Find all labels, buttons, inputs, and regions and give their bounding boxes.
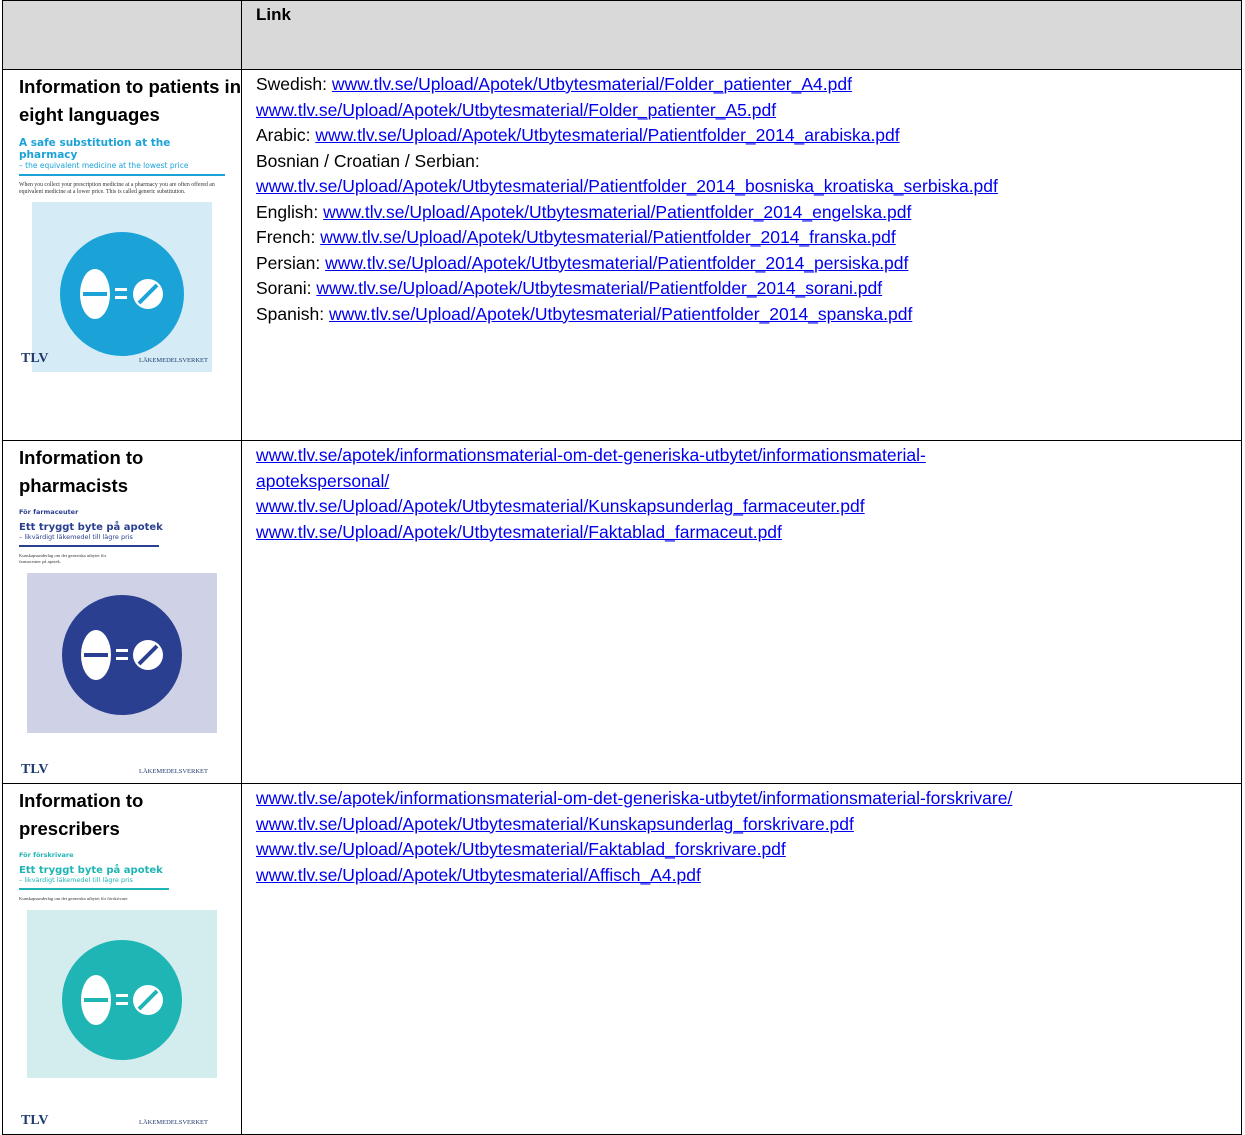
links-list: www.tlv.se/apotek/informationsmaterial-o… [242, 441, 1241, 545]
link-line: www.tlv.se/apotek/informationsmaterial-o… [256, 443, 1241, 469]
link-line: Bosnian / Croatian / Serbian: [256, 149, 1241, 175]
header-cell-link: Link [241, 0, 1242, 70]
language-prefix: Swedish: [256, 74, 332, 94]
row-label: Information to prescribers [19, 790, 144, 839]
language-prefix: Spanish: [256, 303, 329, 324]
thumb-kicker: För farmaceuter [19, 508, 79, 516]
link-line: www.tlv.se/Upload/Apotek/Utbytesmaterial… [256, 837, 1241, 863]
link-line: English: www.tlv.se/Upload/Apotek/Utbyte… [256, 200, 1241, 226]
language-prefix: Bosnian / Croatian / Serbian: [256, 150, 480, 171]
link-line: apotekspersonal/ [256, 469, 1241, 495]
links-list: www.tlv.se/apotek/informationsmaterial-o… [242, 784, 1241, 888]
links-cell: Swedish: www.tlv.se/Upload/Apotek/Utbyte… [241, 69, 1242, 441]
table-row: Information to prescribers För förskriva… [2, 783, 1242, 1135]
thumb-body: Kunskapsunderlag om det generiska utbyte… [19, 896, 129, 901]
pdf-link[interactable]: www.tlv.se/Upload/Apotek/Utbytesmaterial… [256, 496, 865, 516]
links-list: Swedish: www.tlv.se/Upload/Apotek/Utbyte… [242, 70, 1241, 327]
pdf-link[interactable]: www.tlv.se/Upload/Apotek/Utbytesmaterial… [256, 100, 776, 120]
label-cell: Information to patients in eight languag… [2, 69, 242, 441]
link-line: www.tlv.se/Upload/Apotek/Utbytesmaterial… [256, 812, 1241, 838]
thumb-kicker: För förskrivare [19, 851, 74, 859]
label-cell: Information to prescribers För förskriva… [2, 783, 242, 1135]
header-cell-empty [2, 0, 242, 70]
thumb-title: A safe substitution at the pharmacy [19, 137, 171, 161]
web-link[interactable]: apotekspersonal/ [256, 471, 389, 491]
pdf-link[interactable]: www.tlv.se/Upload/Apotek/Utbytesmaterial… [256, 814, 854, 834]
link-line: www.tlv.se/Upload/Apotek/Utbytesmaterial… [256, 494, 1241, 520]
tlv-logo: TLV [21, 1113, 49, 1128]
label-cell: Information to pharmacists För farmaceut… [2, 440, 242, 784]
pdf-link[interactable]: www.tlv.se/Upload/Apotek/Utbytesmaterial… [329, 304, 912, 324]
language-prefix: Arabic: [256, 125, 316, 145]
pdf-link[interactable]: www.tlv.se/Upload/Apotek/Utbytesmaterial… [332, 74, 852, 94]
pdf-link[interactable]: www.tlv.se/Upload/Apotek/Utbytesmaterial… [315, 125, 899, 145]
web-link[interactable]: www.tlv.se/apotek/informationsmaterial-o… [256, 788, 1012, 808]
language-prefix: Sorani: [256, 278, 317, 298]
pill-equals-icon [32, 202, 212, 372]
pdf-link[interactable]: www.tlv.se/Upload/Apotek/Utbytesmaterial… [256, 865, 701, 885]
thumb-rule [19, 545, 159, 547]
link-line: www.tlv.se/Upload/Apotek/Utbytesmaterial… [256, 174, 1241, 200]
link-line: Arabic: www.tlv.se/Upload/Apotek/Utbytes… [256, 123, 1241, 149]
pdf-link[interactable]: www.tlv.se/Upload/Apotek/Utbytesmaterial… [256, 522, 782, 542]
pdf-link[interactable]: www.tlv.se/Upload/Apotek/Utbytesmaterial… [256, 176, 998, 196]
table-row: Information to patients in eight languag… [2, 69, 1242, 441]
tlv-logo: TLV [21, 762, 49, 777]
web-link[interactable]: www.tlv.se/apotek/informationsmaterial-o… [256, 445, 926, 465]
pdf-link[interactable]: www.tlv.se/Upload/Apotek/Utbytesmaterial… [320, 227, 896, 247]
link-table: Link Information to patients in eight la… [2, 0, 1242, 1135]
row-label: Information to patients in eight languag… [19, 76, 241, 125]
link-line: www.tlv.se/apotek/informationsmaterial-o… [256, 786, 1241, 812]
pdf-link[interactable]: www.tlv.se/Upload/Apotek/Utbytesmaterial… [323, 202, 911, 222]
lakemedelsverket-logo: LÄKEMEDELSVERKET [139, 768, 208, 775]
link-line: www.tlv.se/Upload/Apotek/Utbytesmaterial… [256, 863, 1241, 889]
language-prefix: French: [256, 227, 321, 247]
row-label: Information to pharmacists [19, 447, 144, 496]
thumb-subtitle: – the equivalent medicine at the lowest … [19, 161, 189, 170]
pdf-link[interactable]: www.tlv.se/Upload/Apotek/Utbytesmaterial… [256, 839, 786, 859]
link-line: www.tlv.se/Upload/Apotek/Utbytesmaterial… [256, 98, 1241, 124]
thumb-title: Ett tryggt byte på apotek [19, 522, 163, 533]
link-line: Persian: www.tlv.se/Upload/Apotek/Utbyte… [256, 251, 1241, 277]
table-header-row: Link [2, 0, 1242, 70]
lakemedelsverket-logo: LÄKEMEDELSVERKET [139, 357, 208, 364]
brochure-thumbnail: För förskrivare Ett tryggt byte på apote… [19, 851, 225, 1128]
language-prefix: English: [256, 201, 324, 222]
language-prefix: Persian: [256, 252, 326, 273]
thumb-rule [19, 888, 169, 890]
thumb-subtitle: – likvärdigt läkemedel till lägre pris [19, 876, 133, 884]
pill-equals-icon [27, 910, 217, 1078]
link-line: www.tlv.se/Upload/Apotek/Utbytesmaterial… [256, 520, 1241, 546]
thumb-body: When you collect your prescription medic… [19, 182, 215, 195]
tlv-logo: TLV [21, 351, 49, 366]
link-line: French: www.tlv.se/Upload/Apotek/Utbytes… [256, 225, 1241, 251]
links-cell: www.tlv.se/apotek/informationsmaterial-o… [241, 440, 1242, 784]
thumb-title: Ett tryggt byte på apotek [19, 865, 163, 876]
link-line: Spanish: www.tlv.se/Upload/Apotek/Utbyte… [256, 302, 1241, 328]
link-line: Swedish: www.tlv.se/Upload/Apotek/Utbyte… [256, 72, 1241, 98]
links-cell: www.tlv.se/apotek/informationsmaterial-o… [241, 783, 1242, 1135]
thumb-rule [19, 174, 225, 176]
thumb-subtitle: – likvärdigt läkemedel till lägre pris [19, 533, 133, 541]
pdf-link[interactable]: www.tlv.se/Upload/Apotek/Utbytesmaterial… [316, 278, 882, 298]
brochure-thumbnail: A safe substitution at the pharmacy – th… [19, 137, 225, 372]
lakemedelsverket-logo: LÄKEMEDELSVERKET [139, 1119, 208, 1126]
pill-equals-icon [27, 573, 217, 733]
pdf-link[interactable]: www.tlv.se/Upload/Apotek/Utbytesmaterial… [325, 253, 908, 273]
table-row: Information to pharmacists För farmaceut… [2, 440, 1242, 784]
link-line: Sorani: www.tlv.se/Upload/Apotek/Utbytes… [256, 276, 1241, 302]
thumb-body: Kunskapsunderlag om det generiska utbyte… [19, 553, 107, 564]
brochure-thumbnail: För farmaceuter Ett tryggt byte på apote… [19, 508, 225, 778]
